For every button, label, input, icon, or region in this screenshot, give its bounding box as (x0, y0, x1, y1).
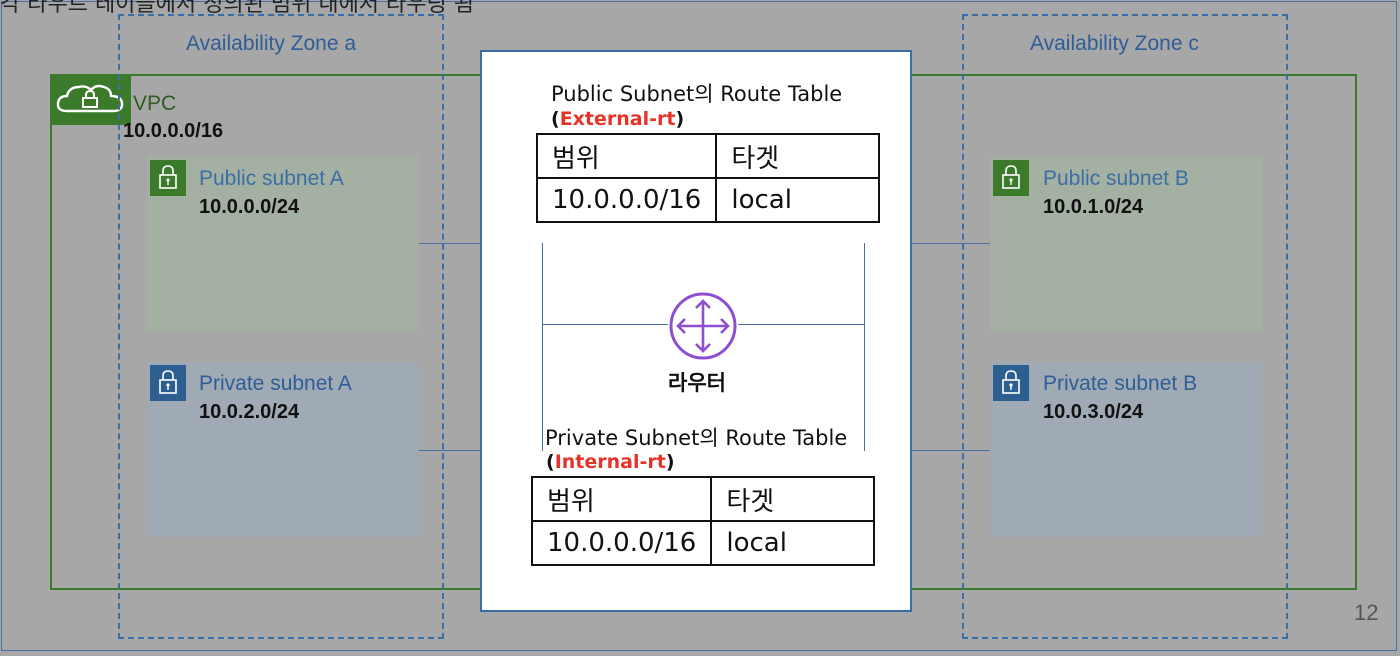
table-header-cell: 타겟 (715, 133, 880, 179)
table-cell: local (715, 177, 880, 223)
public-route-table: 범위 타겟 10.0.0.0/16 local (535, 133, 880, 223)
router-label: 라우터 (668, 371, 726, 395)
table-header-cell: 범위 (530, 476, 713, 522)
router-icon (668, 291, 738, 361)
page-number: 12 (1354, 600, 1379, 625)
connector-line (542, 324, 668, 325)
connector-line (542, 243, 543, 451)
table-cell: 10.0.0.0/16 (535, 177, 718, 223)
private-route-table-title: Private Subnet의 Route Table (545, 426, 848, 450)
table-cell: local (710, 520, 875, 566)
availability-zone-c-label: Availability Zone c (1030, 32, 1199, 55)
table-cell: 10.0.0.0/16 (530, 520, 713, 566)
private-route-table-name: (Internal-rt) (546, 451, 675, 473)
public-route-table-title: Public Subnet의 Route Table (551, 82, 843, 106)
connector-line (738, 324, 865, 325)
availability-zone-a (118, 14, 444, 639)
private-route-table: 범위 타겟 10.0.0.0/16 local (530, 476, 875, 566)
availability-zone-a-label: Availability Zone a (186, 32, 357, 55)
table-header-cell: 범위 (535, 133, 718, 179)
availability-zone-c (962, 14, 1288, 639)
table-header-cell: 타겟 (710, 476, 875, 522)
public-route-table-name: (External-rt) (551, 108, 685, 130)
connector-line (864, 243, 865, 451)
